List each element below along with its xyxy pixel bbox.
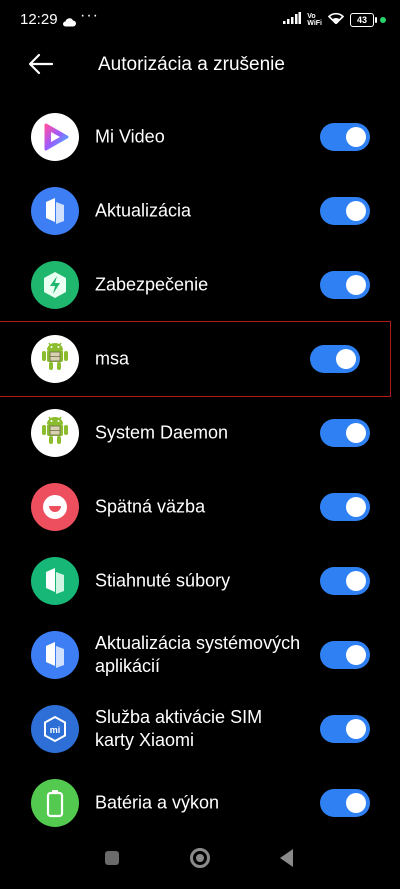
vowifi-icon: Vo WiFi: [307, 13, 322, 27]
toggle-switch[interactable]: [320, 123, 370, 151]
app-label: Aktualizácia systémových aplikácií: [95, 633, 301, 676]
back-icon[interactable]: [280, 849, 293, 867]
list-item-stiahnute-subory: Stiahnuté súbory: [0, 544, 400, 618]
status-icons: Vo WiFi 43: [283, 11, 386, 29]
app-label: Stiahnuté súbory: [95, 570, 231, 591]
toggle-knob: [346, 497, 366, 517]
toggle-knob: [346, 275, 366, 295]
app-label: msa: [95, 348, 130, 369]
battery-icon: 43: [350, 13, 377, 27]
svg-text:mi: mi: [50, 725, 61, 735]
toggle-switch[interactable]: [320, 641, 370, 669]
downloads-icon: [31, 557, 79, 605]
toggle-knob: [346, 719, 366, 739]
toggle-switch[interactable]: [320, 789, 370, 817]
vowifi-top: Vo: [307, 13, 316, 20]
toggle-knob: [346, 423, 366, 443]
toggle-switch[interactable]: [320, 197, 370, 225]
privacy-indicator-dot: [380, 17, 386, 23]
back-button[interactable]: [24, 48, 58, 80]
battery-performance-icon: [31, 779, 79, 827]
feedback-icon: [31, 483, 79, 531]
update-icon: [31, 631, 79, 679]
status-bar: 12:29 ··· Vo WiFi 43: [0, 0, 400, 40]
toggle-switch[interactable]: [320, 567, 370, 595]
vowifi-bottom: WiFi: [307, 20, 322, 27]
cloud-icon: [62, 14, 76, 32]
toggle-knob: [346, 793, 366, 813]
list-item-msa: msa: [0, 321, 391, 397]
list-item-aktualizacia-systemovych-aplikacii: Aktualizácia systémových aplikácií: [0, 618, 400, 692]
page-title: Autorizácia a zrušenie: [98, 54, 285, 75]
toggle-knob: [336, 349, 356, 369]
status-time: 12:29: [20, 11, 58, 28]
app-label: Zabezpečenie: [95, 274, 209, 295]
mi-video-icon: [31, 113, 79, 161]
list-item-spatna-vazba: Spätná väzba: [0, 470, 400, 544]
home-icon[interactable]: [190, 848, 210, 868]
toggle-switch[interactable]: [320, 419, 370, 447]
signal-icon: [283, 11, 302, 29]
toggle-switch[interactable]: [320, 715, 370, 743]
toggle-knob: [346, 645, 366, 665]
sim-activation-icon: mi: [31, 705, 79, 753]
app-label: Spätná väzba: [95, 496, 206, 517]
arrow-left-icon: [28, 53, 54, 75]
toggle-switch[interactable]: [320, 493, 370, 521]
android-icon: [31, 409, 79, 457]
toggle-knob: [346, 201, 366, 221]
toggle-knob: [346, 127, 366, 147]
list-item-aktualizacia: Aktualizácia: [0, 174, 400, 248]
app-label: Mi Video: [95, 126, 165, 147]
list-item-sluzba-aktivacie-sim: mi Služba aktivácie SIM karty Xiaomi: [0, 692, 400, 766]
app-label: Služba aktivácie SIM karty Xiaomi: [95, 707, 263, 750]
app-label: Batéria a výkon: [95, 792, 220, 813]
toggle-knob: [346, 571, 366, 591]
navigation-bar: [0, 829, 400, 889]
list-item-system-daemon: System Daemon: [0, 396, 400, 470]
app-label: Aktualizácia: [95, 200, 192, 221]
list-item-zabezpecenie: Zabezpečenie: [0, 248, 400, 322]
more-dots-icon: ···: [80, 7, 99, 24]
app-label: System Daemon: [95, 422, 229, 443]
recents-icon[interactable]: [105, 851, 119, 865]
toggle-switch[interactable]: [310, 345, 360, 373]
list-item-mi-video: Mi Video: [0, 100, 400, 174]
header: Autorizácia a zrušenie: [0, 42, 400, 86]
security-icon: [31, 261, 79, 309]
update-icon: [31, 187, 79, 235]
toggle-switch[interactable]: [320, 271, 370, 299]
app-list: Mi Video Aktualizácia Zabezpečenie msa S…: [0, 100, 400, 840]
android-icon: [31, 335, 79, 383]
wifi-icon: [327, 11, 345, 29]
